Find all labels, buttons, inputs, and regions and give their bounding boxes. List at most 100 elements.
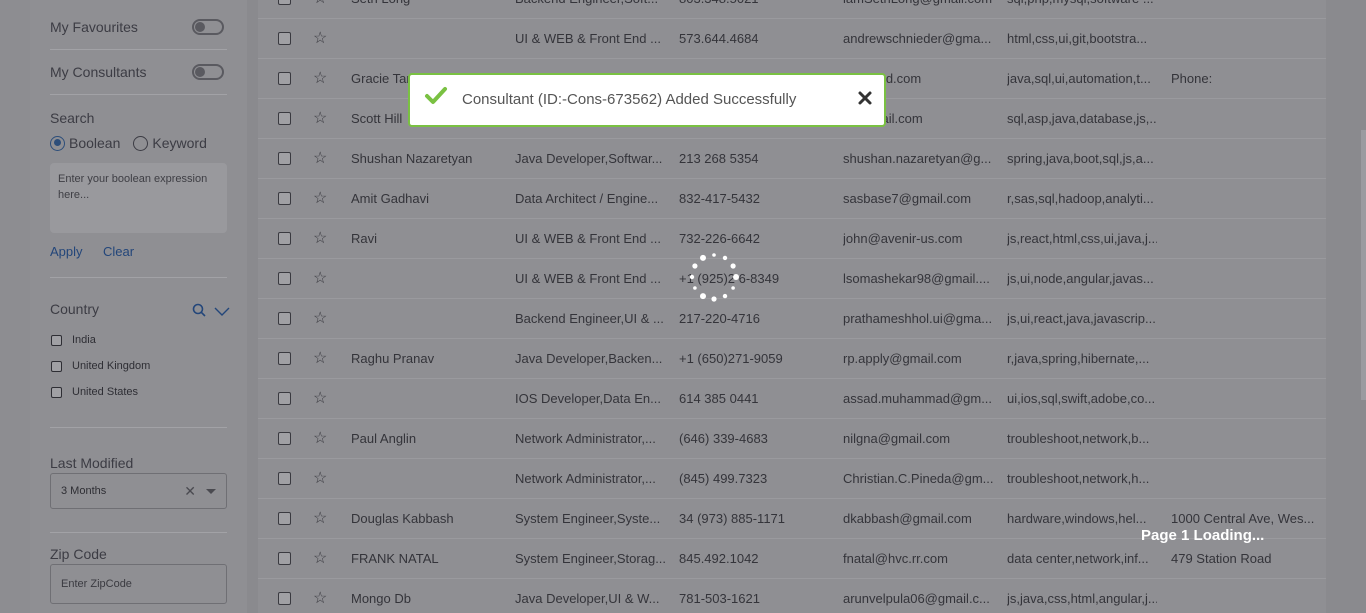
consultants-toggle[interactable]: [192, 64, 224, 80]
search-mode-group: Boolean Keyword: [50, 135, 207, 151]
star-icon[interactable]: ☆: [313, 179, 329, 219]
consultant-title: System Engineer,Syste...: [515, 511, 661, 526]
success-toast: Consultant (ID:-Cons-673562) Added Succe…: [408, 73, 886, 127]
table-row[interactable]: ☆ FRANK NATAL System Engineer,Storag... 845…: [258, 539, 1326, 579]
table-row[interactable]: ☆ UI & WEB & Front End ... 573.644.4684 and…: [258, 19, 1326, 59]
country-checkbox[interactable]: [51, 386, 62, 398]
row-checkbox[interactable]: [278, 592, 291, 605]
country-checkbox[interactable]: [51, 360, 62, 372]
table-row[interactable]: ☆ Raghu Pranav Java Developer,Backen... +1 …: [258, 339, 1326, 379]
star-icon[interactable]: ☆: [313, 59, 329, 99]
row-checkbox[interactable]: [278, 512, 291, 525]
row-checkbox[interactable]: [278, 272, 291, 285]
star-icon[interactable]: ☆: [313, 339, 329, 379]
row-checkbox[interactable]: [278, 0, 291, 5]
consultant-name[interactable]: [351, 379, 501, 419]
clear-link[interactable]: Clear: [103, 244, 134, 259]
consultant-skills: js,ui,node,angular,javas...: [1007, 271, 1154, 286]
apply-link[interactable]: Apply: [50, 244, 83, 259]
zip-code-input[interactable]: Enter ZipCode: [50, 564, 227, 604]
row-checkbox[interactable]: [278, 352, 291, 365]
row-checkbox[interactable]: [278, 552, 291, 565]
consultant-name[interactable]: [351, 19, 501, 59]
table-row[interactable]: ☆ Paul Anglin Network Administrator,... (64…: [258, 419, 1326, 459]
clear-selection-icon[interactable]: ✕: [184, 483, 196, 500]
star-icon[interactable]: ☆: [313, 299, 329, 339]
chevron-down-icon[interactable]: [214, 304, 230, 322]
table-row[interactable]: ☆ UI & WEB & Front End ... +1 (925)2 6-834…: [258, 259, 1326, 299]
row-checkbox[interactable]: [278, 432, 291, 445]
consultant-name[interactable]: Seth Long: [351, 0, 501, 19]
spinner-dot: [712, 253, 716, 257]
star-icon[interactable]: ☆: [313, 19, 329, 59]
consultant-email: john@avenir-us.com: [843, 231, 963, 246]
consultant-name[interactable]: Mongo Db: [351, 579, 501, 613]
table-row[interactable]: ☆ IOS Developer,Data En... 614 385 0441 ass…: [258, 379, 1326, 419]
last-modified-select[interactable]: 3 Months ✕: [50, 473, 227, 509]
consultant-name[interactable]: Paul Anglin: [351, 419, 501, 459]
star-icon[interactable]: ☆: [313, 0, 329, 19]
keyword-radio[interactable]: Keyword: [133, 135, 207, 151]
row-checkbox[interactable]: [278, 112, 291, 125]
consultant-extra: [1171, 579, 1316, 613]
consultant-name[interactable]: Amit Gadhavi: [351, 179, 501, 219]
consultant-skills: html,css,ui,git,bootstra...: [1007, 31, 1148, 46]
table-row[interactable]: ☆ Shushan Nazaretyan Java Developer,Softwa…: [258, 139, 1326, 179]
consultant-title: IOS Developer,Data En...: [515, 391, 661, 406]
row-checkbox[interactable]: [278, 192, 291, 205]
table-row[interactable]: ☆ Amit Gadhavi Data Architect / Engine... 8…: [258, 179, 1326, 219]
consultant-name[interactable]: Raghu Pranav: [351, 339, 501, 379]
consultant-name[interactable]: [351, 299, 501, 339]
radio-dot: [50, 135, 65, 151]
star-icon[interactable]: ☆: [313, 379, 329, 419]
country-option-label: United States: [72, 386, 139, 398]
consultant-email: fnatal@hvc.rr.com: [843, 551, 948, 566]
spinner-dot: [711, 296, 717, 302]
table-row[interactable]: ☆ Mongo Db Java Developer,UI & W... 781-503…: [258, 579, 1326, 613]
star-icon[interactable]: ☆: [313, 539, 329, 579]
star-icon[interactable]: ☆: [313, 219, 329, 259]
star-icon[interactable]: ☆: [313, 499, 329, 539]
star-icon[interactable]: ☆: [313, 259, 329, 299]
boolean-radio[interactable]: Boolean: [50, 135, 120, 151]
search-icon[interactable]: [192, 303, 206, 322]
consultant-name[interactable]: [351, 459, 501, 499]
table-row[interactable]: ☆ Backend Engineer,UI & ... 217-220-4716 pr…: [258, 299, 1326, 339]
country-checkbox[interactable]: [51, 334, 62, 346]
table-row[interactable]: ☆ Ravi UI & WEB & Front End ... 732-226-664…: [258, 219, 1326, 259]
row-checkbox[interactable]: [278, 152, 291, 165]
row-checkbox[interactable]: [278, 392, 291, 405]
consultant-title: Java Developer,Softwar...: [515, 151, 663, 166]
country-option-label: United Kingdom: [72, 360, 151, 372]
favourites-toggle[interactable]: [192, 19, 224, 35]
caret-down-icon[interactable]: [206, 489, 216, 494]
row-checkbox[interactable]: [278, 472, 291, 485]
consultant-name[interactable]: Shushan Nazaretyan: [351, 139, 501, 179]
star-icon[interactable]: ☆: [313, 459, 329, 499]
close-icon[interactable]: [856, 89, 874, 112]
star-icon[interactable]: ☆: [313, 579, 329, 613]
consultant-skills: r,java,spring,hibernate,...: [1007, 351, 1150, 366]
country-option-uk[interactable]: United Kingdom: [51, 360, 150, 372]
spinner-dot: [722, 255, 728, 261]
table-row[interactable]: ☆ Seth Long Backend Engineer,Soft... 803.34…: [258, 0, 1326, 19]
star-icon[interactable]: ☆: [313, 419, 329, 459]
consultant-name[interactable]: [351, 259, 501, 299]
consultant-name[interactable]: Douglas Kabbash: [351, 499, 501, 539]
row-checkbox[interactable]: [278, 232, 291, 245]
boolean-expression-input[interactable]: Enter your boolean expression here...: [50, 163, 227, 233]
consultant-name[interactable]: Ravi: [351, 219, 501, 259]
country-option-india[interactable]: India: [51, 334, 96, 346]
star-icon[interactable]: ☆: [313, 139, 329, 179]
table-row[interactable]: ☆ Network Administrator,... (845) 499.7323…: [258, 459, 1326, 499]
consultant-name[interactable]: FRANK NATAL: [351, 539, 501, 579]
consultant-title: Network Administrator,...: [515, 431, 656, 446]
row-checkbox[interactable]: [278, 312, 291, 325]
consultant-extra: [1171, 459, 1316, 499]
country-option-us[interactable]: United States: [51, 386, 138, 398]
row-checkbox[interactable]: [278, 32, 291, 45]
scrollbar-thumb[interactable]: [1361, 130, 1366, 400]
consultant-extra: [1171, 219, 1316, 259]
star-icon[interactable]: ☆: [313, 99, 329, 139]
row-checkbox[interactable]: [278, 72, 291, 85]
